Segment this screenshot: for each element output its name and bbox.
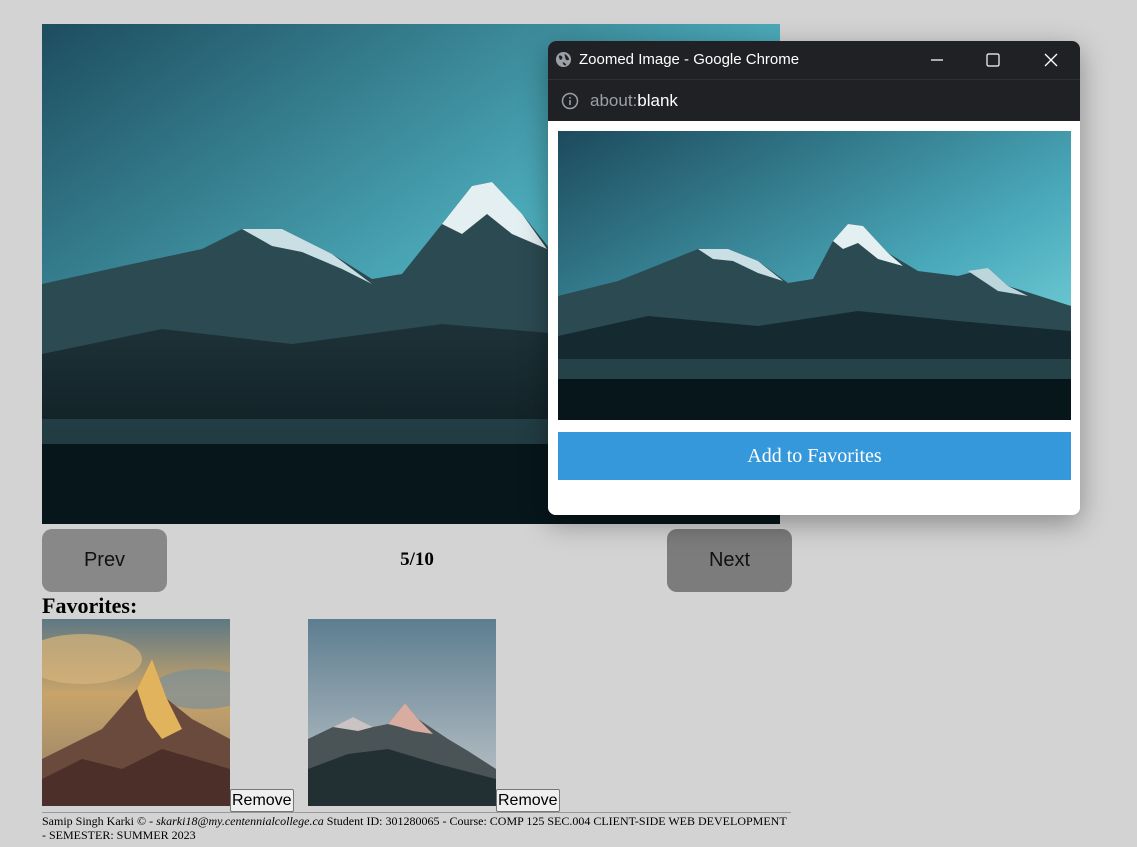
page-footer: Samip Singh Karki © - skarki18@my.centen… bbox=[42, 812, 791, 842]
window-titlebar[interactable]: Zoomed Image - Google Chrome bbox=[548, 41, 1080, 79]
window-title: Zoomed Image - Google Chrome bbox=[579, 51, 800, 68]
next-button[interactable]: Next bbox=[667, 529, 792, 592]
maximize-icon[interactable] bbox=[966, 41, 1020, 79]
favorite-thumbnail[interactable] bbox=[42, 619, 230, 806]
zoomed-image bbox=[558, 131, 1071, 420]
favorite-thumbnail[interactable] bbox=[308, 619, 496, 806]
add-to-favorites-button[interactable]: Add to Favorites bbox=[558, 432, 1071, 480]
footer-author: Samip Singh Karki © - bbox=[42, 814, 157, 828]
minimize-icon[interactable] bbox=[910, 41, 964, 79]
remove-favorite-button[interactable]: Remove bbox=[230, 789, 294, 812]
favorites-heading: Favorites: bbox=[42, 593, 138, 618]
info-icon[interactable] bbox=[561, 92, 579, 110]
globe-icon bbox=[555, 51, 572, 68]
prev-button[interactable]: Prev bbox=[42, 529, 167, 592]
close-icon[interactable] bbox=[1024, 41, 1078, 79]
address-bar[interactable]: about:blank bbox=[548, 79, 1080, 122]
zoomed-image-window: Zoomed Image - Google Chrome about:blank bbox=[548, 41, 1080, 515]
popup-content: Add to Favorites bbox=[548, 121, 1080, 515]
footer-email: skarki18@my.centennialcollege.ca bbox=[156, 814, 324, 828]
gallery-navigation: Prev 5/10 Next bbox=[42, 529, 792, 592]
url-text[interactable]: about:blank bbox=[590, 91, 678, 111]
url-scheme: about: bbox=[590, 91, 638, 110]
url-host: blank bbox=[637, 91, 678, 110]
remove-favorite-button[interactable]: Remove bbox=[496, 789, 560, 812]
